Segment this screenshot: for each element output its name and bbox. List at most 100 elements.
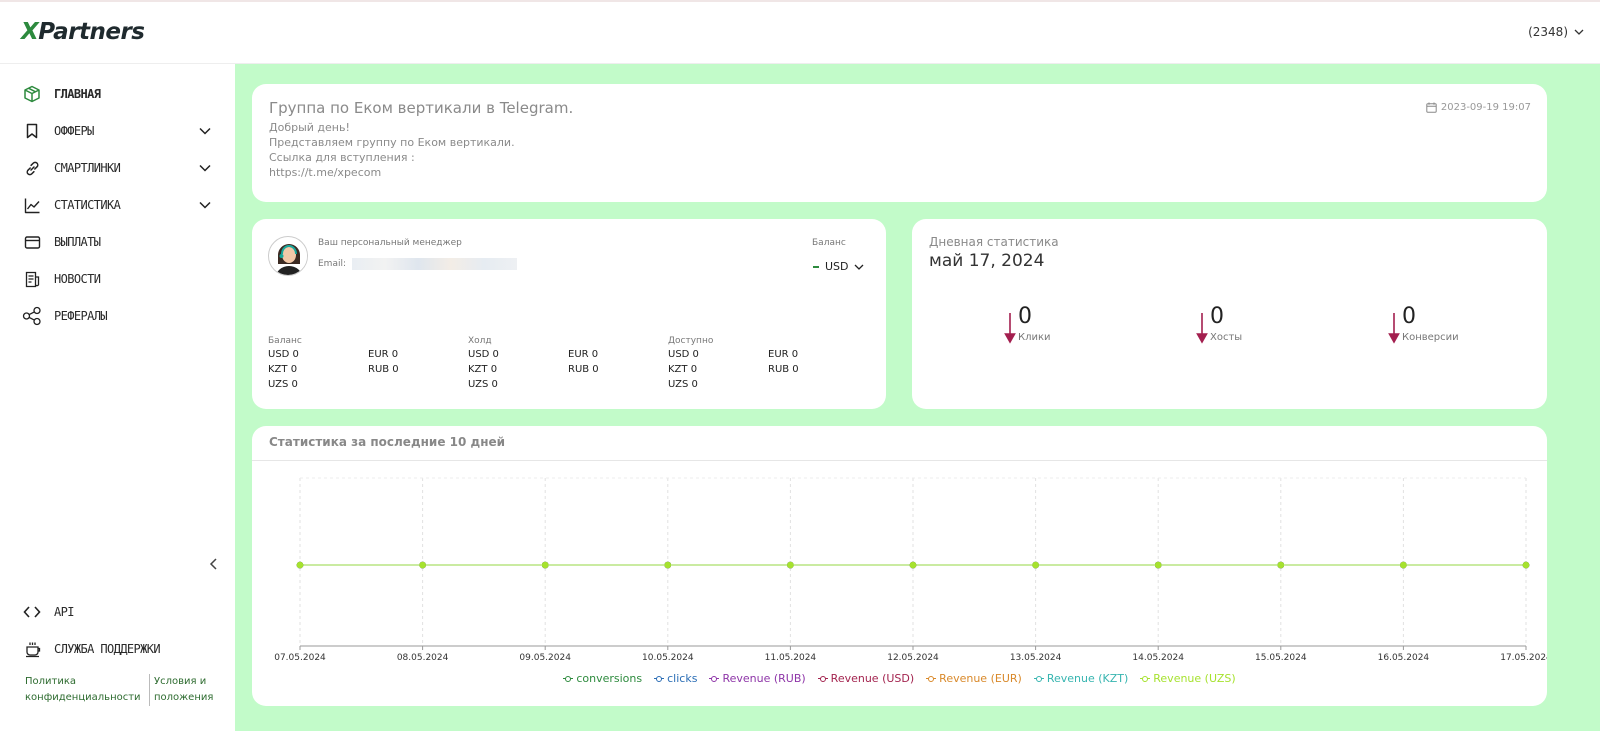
terms-line1: Условия и	[154, 676, 207, 687]
share-icon	[22, 306, 42, 326]
chevron-down-icon	[1574, 29, 1584, 35]
wallet-value: UZS 0	[668, 379, 698, 390]
collapse-sidebar-icon[interactable]	[208, 557, 220, 571]
wallet-value: RUB 0	[368, 364, 399, 375]
code-icon	[22, 602, 42, 622]
sidebar-item-label: СМАРТЛИНКИ	[54, 161, 121, 175]
data-point	[296, 561, 304, 569]
news-link[interactable]: https://t.me/xpecom	[269, 165, 515, 180]
arrow-down-icon	[1196, 313, 1208, 344]
sidebar-item-label: ГЛАВНАЯ	[54, 87, 101, 101]
main-content: Группа по Еком вертикали в Telegram. Доб…	[235, 64, 1600, 731]
stat-label: Клики	[1018, 332, 1051, 343]
manager-email: Email:	[318, 258, 518, 270]
stat-label: Конверсии	[1402, 332, 1459, 343]
sidebar-item-label: СТАТИСТИКА	[54, 198, 121, 212]
legend-marker-icon	[1033, 675, 1044, 683]
logo[interactable]: XPartners	[21, 19, 145, 45]
email-label: Email:	[318, 259, 347, 269]
sidebar-item-home[interactable]: ГЛАВНАЯ	[22, 81, 212, 107]
sidebar: ГЛАВНАЯ ОФФЕРЫ СМАРТЛИНКИ СТАТИСТИКА ВЫП…	[0, 64, 235, 731]
news-date: 2023-09-19 19:07	[1426, 102, 1531, 113]
footer-links: Политика конфиденциальности Условия и по…	[25, 674, 225, 706]
legend-item[interactable]: conversions	[563, 672, 642, 685]
legend-label: Revenue (RUB)	[722, 672, 806, 685]
currency-select[interactable]: USD	[813, 260, 865, 273]
legend-item[interactable]: Revenue (KZT)	[1033, 672, 1129, 685]
wallet-value: RUB 0	[568, 364, 599, 375]
news-body: Добрый день! Представляем группу по Еком…	[269, 120, 515, 180]
calendar-icon	[1426, 102, 1437, 113]
news-date-text: 2023-09-19 19:07	[1440, 102, 1531, 113]
legend-marker-icon	[1140, 675, 1151, 683]
account-id: (2348)	[1528, 25, 1568, 39]
wallet-value: EUR 0	[368, 349, 399, 360]
account-dropdown[interactable]: (2348)	[1528, 25, 1584, 39]
privacy-policy-link[interactable]: Политика конфиденциальности	[25, 674, 150, 706]
daily-stats-date: май 17, 2024	[929, 251, 1045, 271]
stat-clicks: 0 Клики	[1004, 304, 1084, 344]
wallet-value	[368, 378, 468, 392]
sidebar-item-label: ВЫПЛАТЫ	[54, 235, 101, 249]
wallets: Баланс USD 0 EUR 0 KZT 0 RUB 0 UZS 0 Холд …	[268, 336, 868, 392]
stat-label: Хосты	[1210, 332, 1243, 343]
wallet-value	[568, 378, 668, 392]
terms-link[interactable]: Условия и положения	[150, 674, 213, 706]
sidebar-item-news[interactable]: НОВОСТИ	[22, 266, 212, 292]
x-tick-label: 15.05.2024	[1255, 653, 1307, 663]
x-tick-label: 12.05.2024	[887, 653, 939, 663]
manager-label: Ваш персональный менеджер	[318, 238, 462, 248]
card-icon	[22, 232, 42, 252]
chevron-down-icon	[854, 264, 863, 270]
legend-label: Revenue (KZT)	[1046, 672, 1129, 685]
sidebar-item-support[interactable]: СЛУЖБА ПОДДЕРЖКИ	[22, 636, 212, 662]
x-tick-label: 14.05.2024	[1132, 653, 1184, 663]
daily-stats-card: Дневная статистика май 17, 2024 0 Клики …	[912, 219, 1547, 409]
wallet-value: USD 0	[268, 349, 299, 360]
sidebar-item-offers[interactable]: ОФФЕРЫ	[22, 118, 212, 144]
sidebar-item-api[interactable]: API	[22, 599, 212, 625]
legend-item[interactable]: clicks	[654, 672, 697, 685]
data-point	[909, 561, 917, 569]
legend-label: Revenue (USD)	[830, 672, 915, 685]
stat-hosts: 0 Хосты	[1196, 304, 1276, 344]
stat-value: 0	[1210, 304, 1224, 329]
currency-marker	[813, 265, 819, 268]
balance-label: Баланс	[812, 238, 846, 248]
news-line: Добрый день!	[269, 121, 350, 134]
sidebar-item-statistics[interactable]: СТАТИСТИКА	[22, 192, 212, 218]
stats-chart-card: Статистика за последние 10 дней 07.05.20…	[252, 426, 1547, 706]
legend-marker-icon	[654, 675, 665, 683]
x-tick-label: 13.05.2024	[1010, 653, 1062, 663]
legend-label: Revenue (UZS)	[1153, 672, 1236, 685]
data-point	[1522, 561, 1530, 569]
legend-item[interactable]: Revenue (RUB)	[709, 672, 806, 685]
sidebar-item-smartlinks[interactable]: СМАРТЛИНКИ	[22, 155, 212, 181]
sidebar-item-label: API	[54, 605, 74, 619]
email-redacted	[352, 258, 518, 270]
data-point	[664, 561, 672, 569]
legend-item[interactable]: Revenue (EUR)	[926, 672, 1022, 685]
chevron-down-icon[interactable]	[198, 161, 212, 175]
x-tick-label: 10.05.2024	[642, 653, 694, 663]
wallet-title: Доступно	[668, 336, 714, 346]
data-point	[419, 561, 426, 569]
sidebar-item-referrals[interactable]: РЕФЕРАЛЫ	[22, 303, 212, 329]
stat-conversions: 0 Конверсии	[1388, 304, 1468, 344]
chevron-down-icon[interactable]	[198, 124, 212, 138]
data-point	[541, 561, 549, 569]
legend-item[interactable]: Revenue (UZS)	[1140, 672, 1236, 685]
wallet-value: RUB 0	[768, 364, 799, 375]
daily-stats-title: Дневная статистика	[929, 235, 1059, 249]
top-header: XPartners (2348)	[0, 0, 1600, 64]
sidebar-item-label: ОФФЕРЫ	[54, 124, 94, 138]
chevron-down-icon[interactable]	[198, 198, 212, 212]
logo-x: X	[21, 19, 39, 45]
sidebar-item-payouts[interactable]: ВЫПЛАТЫ	[22, 229, 212, 255]
legend-item[interactable]: Revenue (USD)	[817, 672, 915, 685]
avatar	[268, 236, 308, 276]
wallet-value: KZT 0	[268, 364, 298, 375]
x-tick-label: 07.05.2024	[274, 653, 326, 663]
x-tick-label: 17.05.2024	[1500, 653, 1547, 663]
news-line: Ссылка для вступления :	[269, 151, 415, 164]
